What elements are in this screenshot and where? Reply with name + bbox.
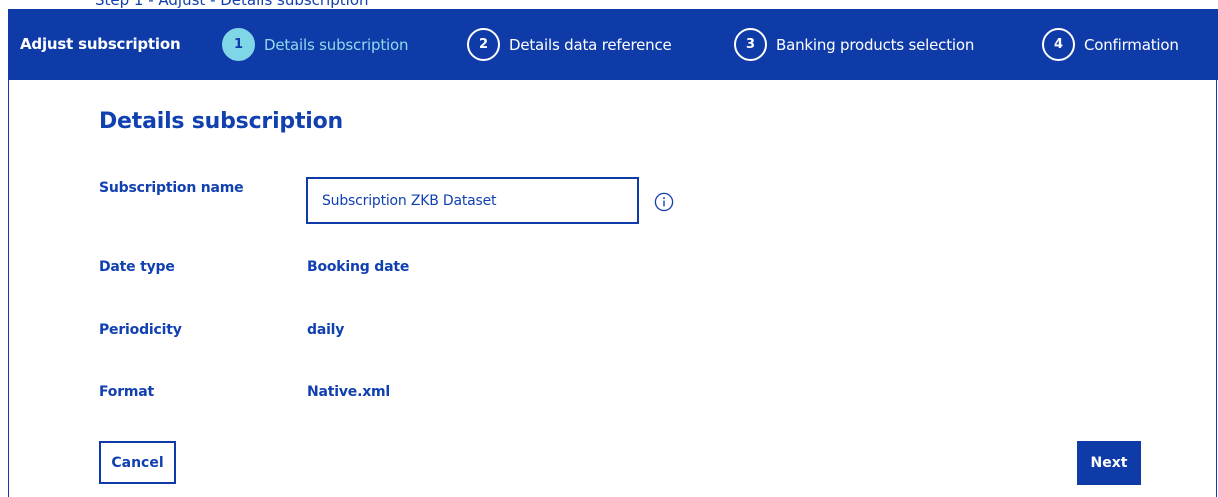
step-label: Details data reference (509, 35, 672, 54)
step-label: Confirmation (1084, 35, 1179, 54)
step-number-badge: 1 (222, 28, 255, 61)
step-4-confirmation[interactable]: 4 Confirmation (1042, 9, 1179, 80)
subscription-name-label: Subscription name (99, 180, 244, 196)
cancel-button[interactable]: Cancel (99, 441, 176, 484)
step-label: Details subscription (264, 35, 409, 54)
periodicity-value: daily (307, 322, 345, 338)
step-number-badge: 3 (734, 28, 767, 61)
info-icon[interactable] (654, 192, 674, 212)
next-button[interactable]: Next (1077, 441, 1141, 485)
step-2-details-data-reference[interactable]: 2 Details data reference (467, 9, 672, 80)
page: Step 1 - Adjust - Details subscription A… (0, 0, 1218, 497)
step-label: Banking products selection (776, 35, 975, 54)
step-1-details-subscription[interactable]: 1 Details subscription (222, 9, 408, 80)
step-number-badge: 4 (1042, 28, 1075, 61)
periodicity-label: Periodicity (99, 322, 182, 338)
subscription-name-input[interactable] (306, 177, 639, 224)
content-frame (8, 80, 1217, 497)
breadcrumb: Step 1 - Adjust - Details subscription (95, 0, 369, 9)
step-number-badge: 2 (467, 28, 500, 61)
date-type-value: Booking date (307, 259, 410, 275)
step-3-banking-products-selection[interactable]: 3 Banking products selection (734, 9, 974, 80)
stepper-header: Adjust subscription 1 Details subscripti… (8, 9, 1218, 80)
page-title: Details subscription (99, 109, 343, 134)
date-type-label: Date type (99, 259, 175, 275)
format-value: Native.xml (307, 384, 391, 400)
format-label: Format (99, 384, 155, 400)
wizard-title: Adjust subscription (20, 35, 181, 53)
